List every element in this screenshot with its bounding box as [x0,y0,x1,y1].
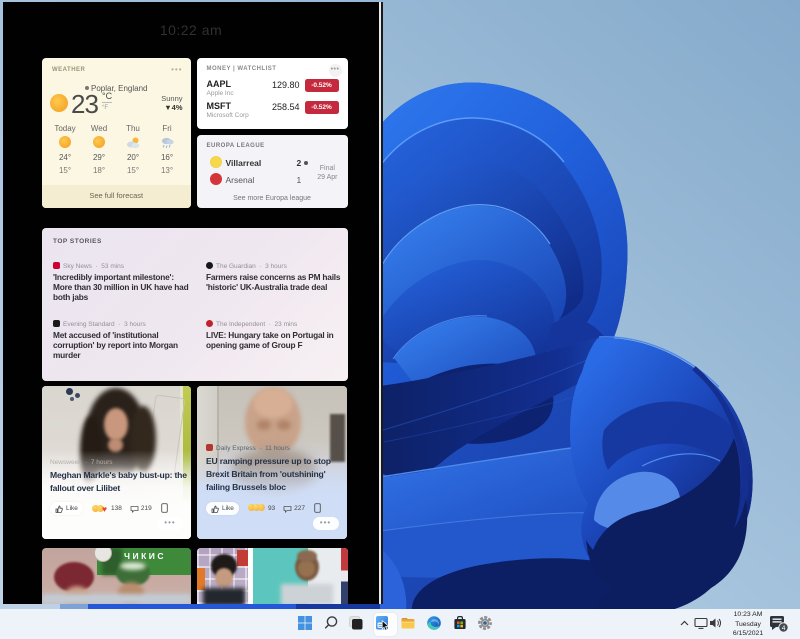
svg-text:4: 4 [782,625,786,632]
